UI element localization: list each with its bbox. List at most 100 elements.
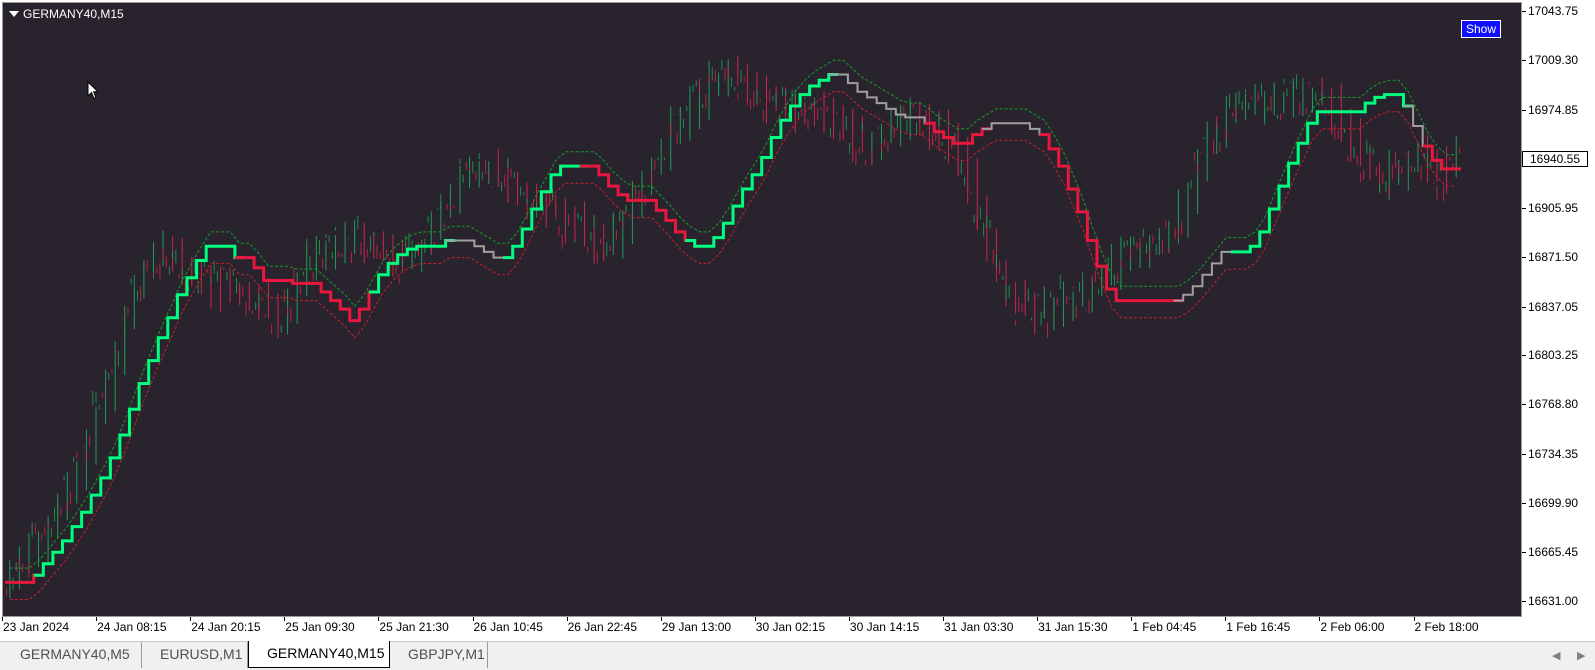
candle (417, 238, 426, 273)
time-tick-label: 31 Jan 15:30 (1038, 620, 1108, 634)
time-tick-label: 25 Jan 21:30 (379, 620, 449, 634)
candle (801, 97, 809, 130)
price-tick (1522, 453, 1526, 455)
price-chart-svg (5, 55, 1461, 600)
chart-area[interactable]: GERMANY40,M15 Show (2, 2, 1522, 617)
candle (274, 293, 282, 339)
candle (973, 158, 981, 231)
candle (370, 231, 378, 259)
candle (475, 153, 483, 188)
candle (207, 260, 215, 309)
candle (485, 160, 493, 188)
candle (1222, 93, 1231, 148)
candle (983, 195, 991, 262)
candle (283, 288, 292, 335)
mouse-cursor-icon (87, 81, 100, 100)
tab-eurusd-m1[interactable]: EURUSD,M1 (142, 642, 248, 668)
candle (1318, 76, 1326, 115)
candle (1184, 180, 1192, 238)
candle (963, 137, 972, 205)
candle (1174, 189, 1183, 244)
time-tick-label: 24 Jan 08:15 (97, 620, 167, 634)
tab-germany40-m15[interactable]: GERMANY40,M15 (248, 641, 390, 668)
candle (858, 115, 867, 166)
candle (264, 278, 273, 334)
candle (360, 222, 368, 264)
candle (743, 63, 752, 110)
price-tick (1522, 10, 1526, 12)
candle (303, 238, 311, 297)
candle (571, 206, 579, 243)
scroll-left-icon[interactable]: ◀ (1552, 649, 1560, 662)
candle (456, 158, 464, 214)
candle (1270, 82, 1278, 120)
candle (1327, 88, 1336, 140)
candle (101, 369, 110, 425)
candle (92, 390, 100, 465)
tab-gbpjpy-m1[interactable]: GBPJPY,M1 (390, 642, 488, 668)
candle (245, 278, 253, 317)
candle (724, 59, 732, 97)
candle (1117, 236, 1125, 290)
candle (226, 267, 234, 303)
bands-layer (9, 59, 1457, 600)
time-tick-label: 1 Feb 04:45 (1132, 620, 1197, 634)
candle (714, 60, 723, 96)
price-tick-label: 16734.35 (1528, 446, 1579, 461)
candle (1433, 149, 1441, 201)
candle (216, 266, 225, 312)
price-tick-label: 17009.30 (1528, 53, 1579, 68)
candle (1347, 108, 1355, 163)
candle (1145, 235, 1154, 269)
candle (398, 235, 407, 284)
candle (877, 124, 886, 160)
candle (647, 157, 656, 196)
trend-segment-up (685, 73, 839, 248)
show-button[interactable]: Show (1461, 20, 1502, 38)
candle (437, 194, 445, 240)
candle (628, 180, 637, 244)
candle (1165, 220, 1173, 254)
caret-down-icon[interactable] (9, 11, 19, 17)
candle (1241, 89, 1250, 120)
price-tick (1522, 601, 1526, 603)
candle (504, 157, 512, 204)
candle (494, 148, 503, 192)
price-tick-label: 16665.45 (1528, 545, 1579, 560)
price-tick (1522, 306, 1526, 308)
price-tick (1522, 502, 1526, 504)
candle (140, 260, 148, 302)
candle (25, 522, 33, 578)
price-axis[interactable]: 17043.75 17009.30 16974.85 16905.95 16871.50… (1522, 2, 1595, 617)
candle (312, 235, 321, 281)
lower-band-line (9, 91, 1457, 600)
candle (1088, 271, 1096, 314)
candle (1021, 279, 1029, 316)
price-tick (1522, 552, 1526, 554)
candle (590, 214, 598, 265)
candle (532, 184, 541, 218)
candle (868, 131, 876, 166)
candle (599, 224, 608, 261)
trend-segment-neutral (982, 122, 1050, 136)
candle (1308, 81, 1317, 113)
candle (1069, 287, 1077, 321)
tab-germany40-m5[interactable]: GERMANY40,M5 (2, 642, 142, 668)
trend-segment-down (579, 164, 695, 242)
scroll-right-icon[interactable]: ▶ (1577, 649, 1585, 662)
candle (130, 274, 139, 330)
price-tick (1522, 60, 1526, 62)
candle (1366, 139, 1374, 181)
candle (1414, 141, 1422, 181)
candle (408, 233, 416, 270)
time-tick-label: 30 Jan 14:15 (849, 620, 920, 634)
symbol-title[interactable]: GERMANY40,M15 (9, 7, 124, 21)
candle (1126, 236, 1135, 271)
candle (1356, 118, 1365, 183)
time-axis[interactable]: 23 Jan 2024 24 Jan 08:15 24 Jan 20:15 25 Ja… (0, 617, 1522, 639)
candle (1385, 149, 1393, 201)
candle (1203, 121, 1211, 182)
candle (1232, 91, 1240, 124)
candle (389, 234, 397, 277)
candle (63, 471, 71, 521)
